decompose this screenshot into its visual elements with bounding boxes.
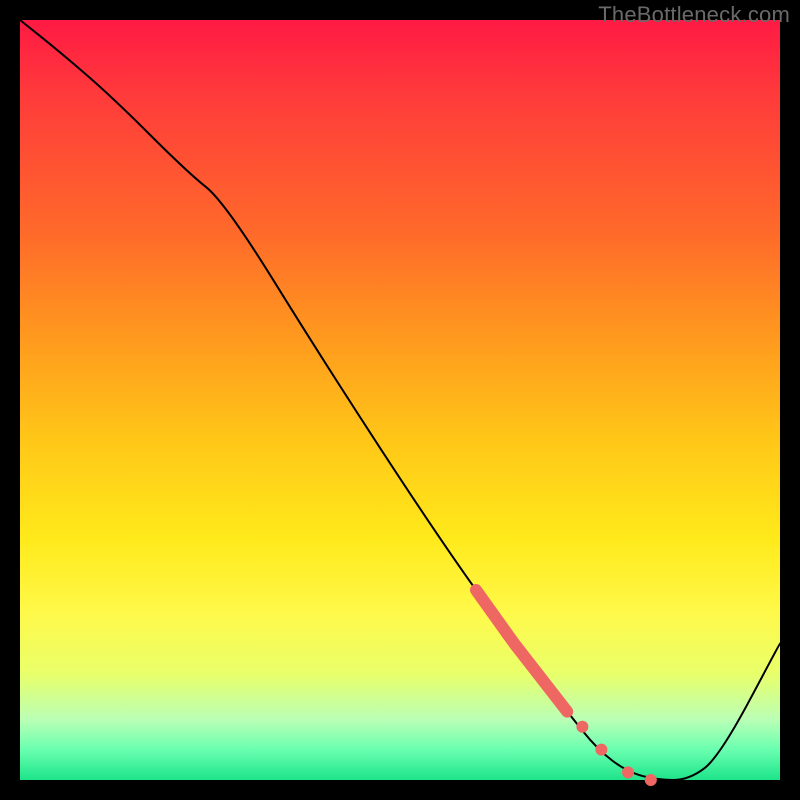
highlight-dot	[595, 744, 607, 756]
chart-svg	[20, 20, 780, 780]
highlight-dot	[576, 721, 588, 733]
highlight-dot	[622, 766, 634, 778]
plot-area	[20, 20, 780, 780]
bottleneck-curve	[20, 20, 780, 780]
watermark-text: TheBottleneck.com	[598, 2, 790, 28]
highlight-group	[476, 590, 657, 786]
highlight-thick-segment	[476, 590, 567, 712]
chart-frame: TheBottleneck.com	[0, 0, 800, 800]
highlight-dot	[645, 774, 657, 786]
